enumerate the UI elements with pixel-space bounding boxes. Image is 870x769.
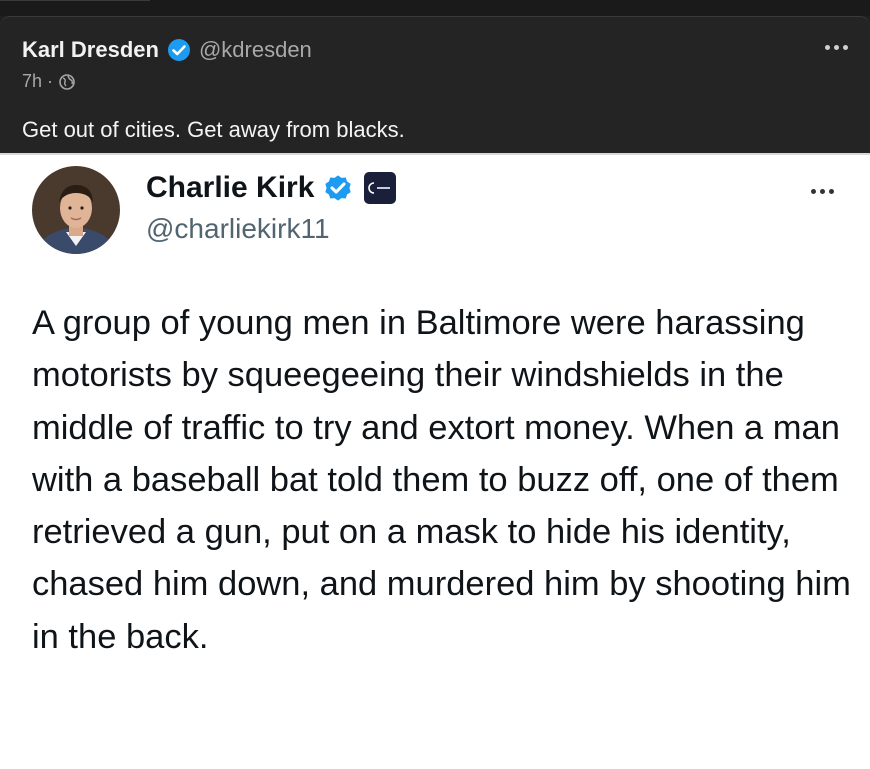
outer-post-meta: 7h · [22, 71, 76, 92]
verified-badge-icon [167, 38, 191, 62]
top-edge [0, 0, 870, 16]
outer-post: Karl Dresden @kdresden 7h · Get out of c… [0, 16, 870, 769]
outer-post-header: Karl Dresden @kdresden [22, 37, 312, 63]
outer-post-text: Get out of cities. Get away from blacks. [22, 117, 405, 142]
avatar[interactable] [32, 166, 120, 254]
top-divider [0, 0, 150, 1]
outer-author-handle[interactable]: @kdresden [199, 37, 312, 63]
post-time: 7h [22, 71, 43, 91]
embedded-author-name[interactable]: Charlie Kirk [146, 171, 314, 205]
outer-more-options-icon[interactable] [825, 39, 848, 56]
embedded-author-handle[interactable]: @charliekirk11 [146, 213, 330, 245]
globe-icon [58, 73, 76, 91]
verified-badge-icon [322, 172, 354, 204]
meta-separator: · [47, 71, 54, 91]
organization-badge-icon[interactable] [364, 172, 397, 204]
embedded-post-header: Charlie Kirk [146, 171, 397, 205]
inner-more-options-icon[interactable] [811, 185, 834, 198]
embedded-post-text: A group of young men in Baltimore were h… [32, 304, 851, 656]
embedded-post[interactable]: Charlie Kirk @charliekirk11 A group of y… [0, 153, 870, 769]
outer-author-name[interactable]: Karl Dresden [22, 37, 159, 63]
